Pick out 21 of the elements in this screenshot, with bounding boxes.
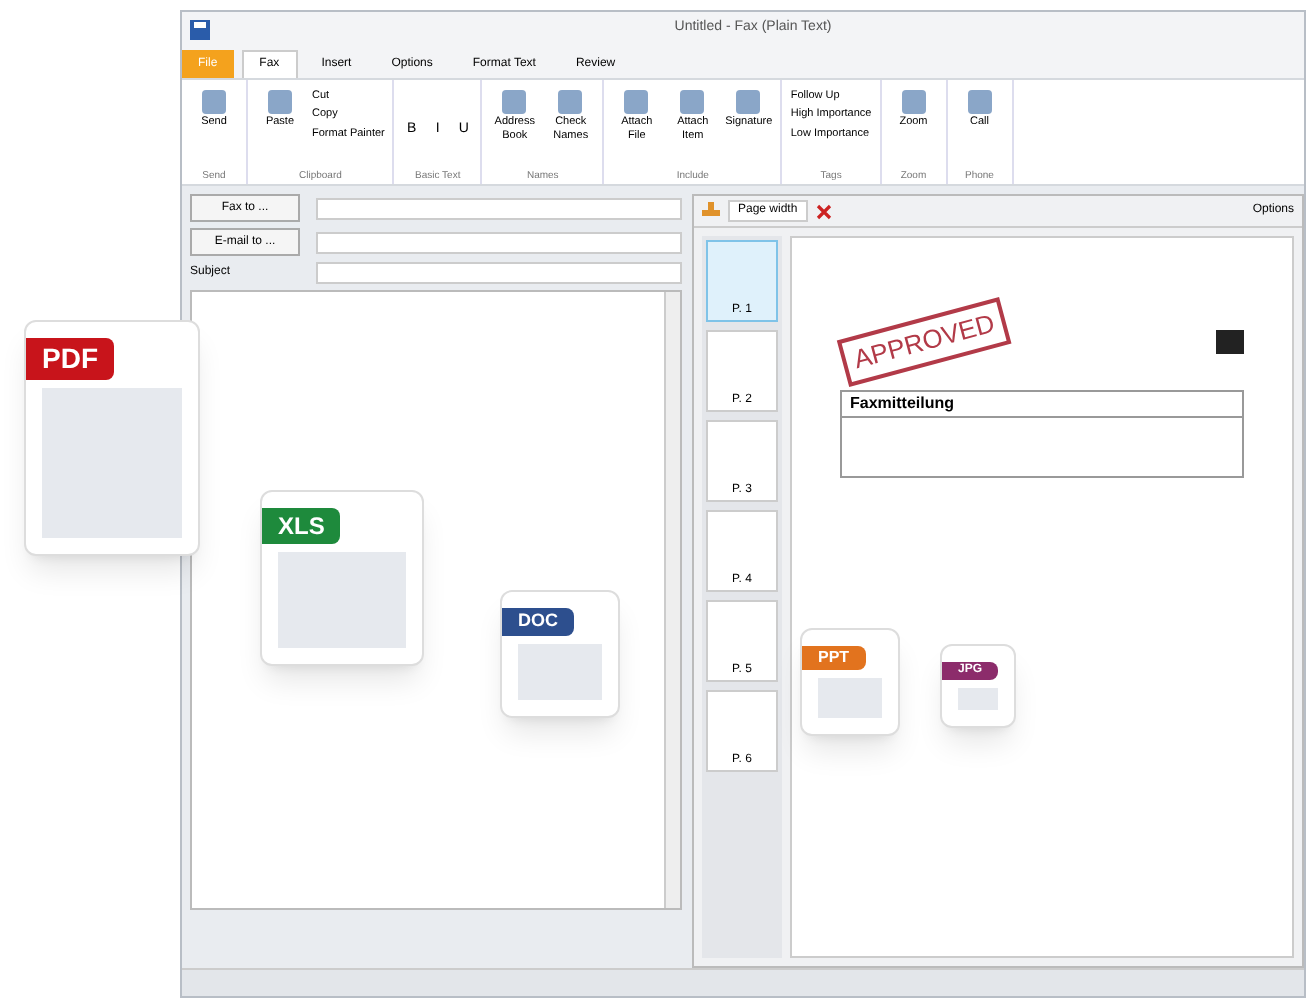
tile-icon [734,88,763,116]
tile-icon [965,88,994,116]
tile-icon [622,88,651,116]
email-to-field[interactable] [316,231,682,253]
tile-icon [266,88,294,116]
scrollbar[interactable] [664,292,680,908]
tile-icon [500,88,529,116]
file-type-icon: PDF [24,320,200,556]
tile-icon [556,88,585,116]
tile-icon [678,88,707,116]
file-type-icon: DOC [500,590,620,718]
subject-field[interactable] [316,262,682,284]
logo-icon [1216,329,1244,354]
file-type-icon: XLS [260,490,424,666]
fax-to-field[interactable] [316,197,682,219]
save-icon[interactable] [190,19,210,39]
tile-icon [200,88,228,116]
file-type-icon: PPT [800,628,900,736]
tile-icon [899,88,928,116]
delete-icon[interactable] [815,203,832,219]
document-title: Faxmitteilung [848,391,957,415]
